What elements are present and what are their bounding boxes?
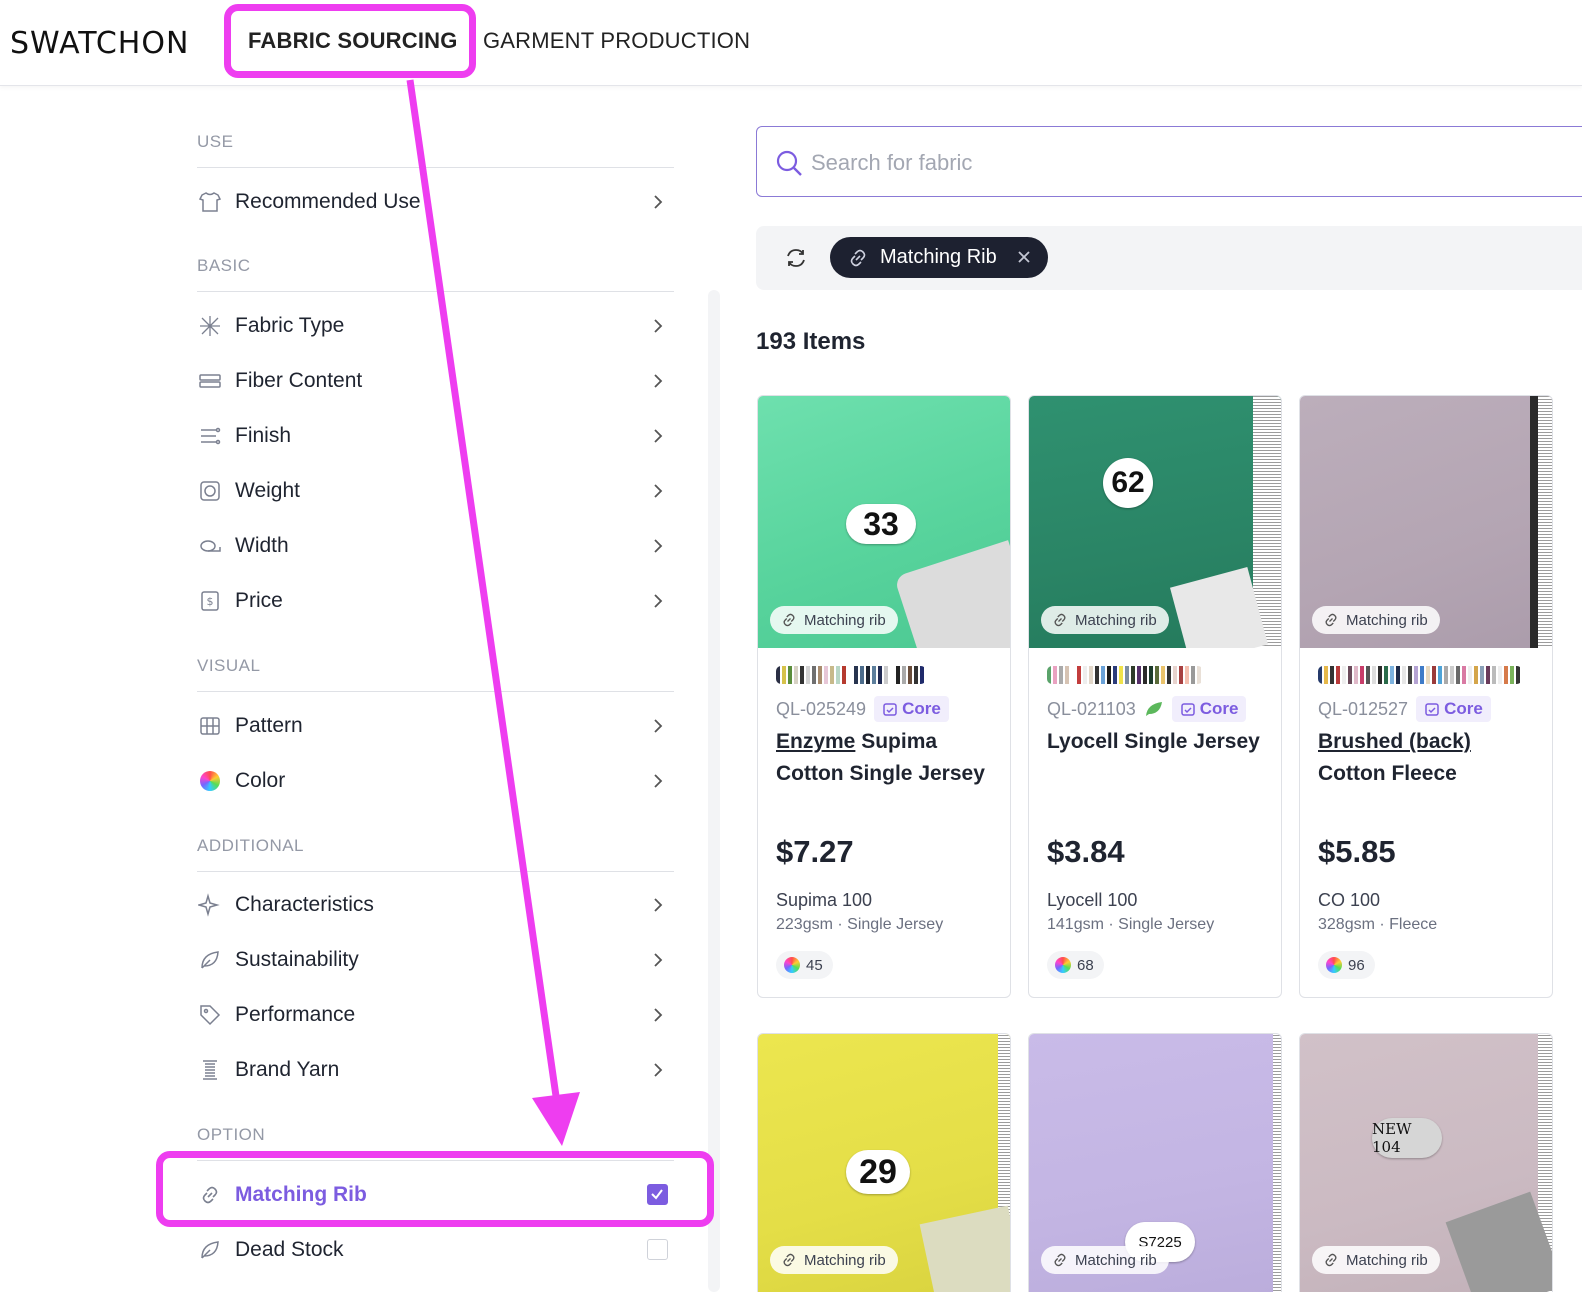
annotation-arrow <box>406 79 580 1146</box>
